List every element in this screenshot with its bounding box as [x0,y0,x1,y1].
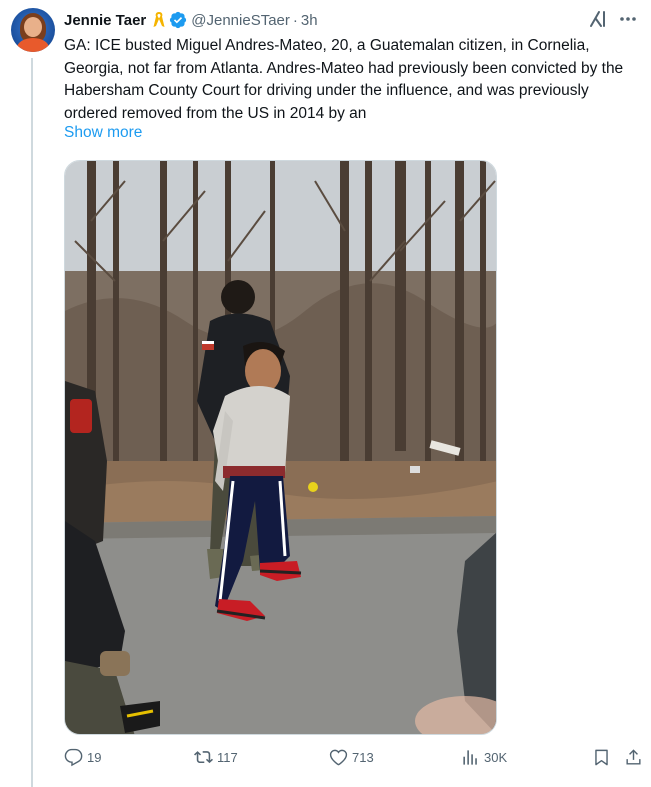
separator-dot: · [292,11,298,29]
bookmark-button[interactable] [592,748,611,767]
thread-line [31,58,33,787]
avatar[interactable] [11,8,55,52]
views-button[interactable]: 30K [461,748,507,767]
author-name[interactable]: Jennie Taer [64,12,146,29]
tweet-text: GA: ICE busted Miguel Andres-Mateo, 20, … [64,37,624,122]
bookmark-icon [595,749,608,766]
share-icon [626,749,641,765]
views-count: 30K [484,750,508,765]
reply-icon [64,748,83,767]
tweet-header: Jennie Taer @JennieSTaer · 3h [64,9,318,31]
awareness-ribbon-icon [152,11,166,29]
views-icon [463,750,477,765]
tweet-top-actions [587,8,639,30]
tweet[interactable]: Jennie Taer @JennieSTaer · 3h GA: ICE bu… [0,0,651,787]
heart-icon [329,749,348,766]
author-handle[interactable]: @JennieSTaer [191,12,290,29]
more-icon[interactable] [617,8,639,30]
tweet-photo[interactable] [64,160,497,735]
repost-icon [194,751,213,764]
like-count: 713 [352,750,374,765]
share-button[interactable] [624,748,643,767]
verified-badge-icon[interactable] [169,11,187,29]
like-button[interactable]: 713 [329,748,374,767]
reply-button[interactable]: 19 [64,748,101,767]
grok-icon[interactable] [587,8,609,30]
repost-count: 117 [217,750,238,765]
repost-button[interactable]: 117 [194,748,238,767]
show-more-link[interactable]: Show more [64,124,142,142]
tweet-timestamp[interactable]: 3h [301,12,318,29]
tweet-actions: 19 117 713 30K [64,748,649,772]
reply-count: 19 [87,750,102,765]
